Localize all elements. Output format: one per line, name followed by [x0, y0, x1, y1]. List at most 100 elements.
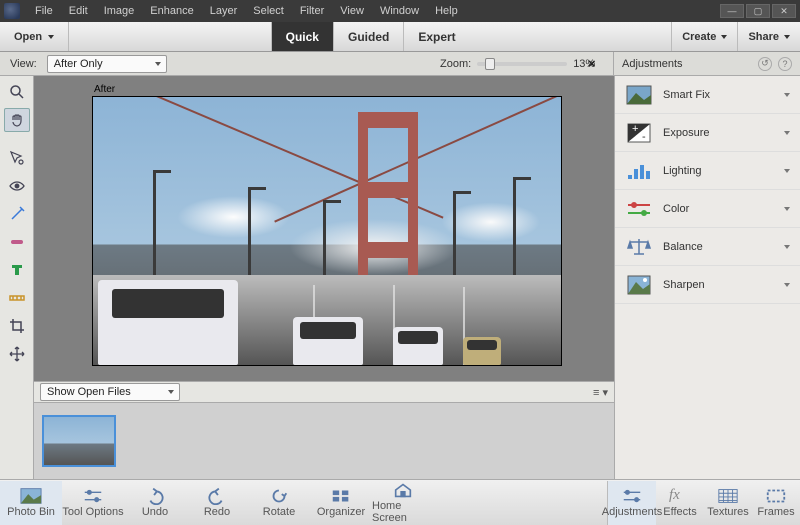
tab-guided[interactable]: Guided — [333, 22, 403, 51]
adjust-label: Sharpen — [663, 279, 705, 291]
hand-tool[interactable] — [4, 108, 30, 132]
adjust-lighting[interactable]: Lighting — [615, 152, 800, 190]
menu-edit[interactable]: Edit — [62, 3, 95, 19]
create-label: Create — [682, 31, 716, 43]
panel-frames-button[interactable]: Frames — [752, 481, 800, 525]
share-label: Share — [748, 31, 779, 43]
bb-label: Tool Options — [62, 506, 123, 518]
menu-bar: File Edit Image Enhance Layer Select Fil… — [28, 3, 720, 19]
menu-image[interactable]: Image — [97, 3, 142, 19]
zoom-label: Zoom: — [440, 58, 471, 70]
undo-button[interactable]: Undo — [124, 481, 186, 525]
minimize-button[interactable]: — — [720, 4, 744, 18]
svg-text:-: - — [642, 131, 646, 143]
type-tool[interactable] — [4, 258, 30, 282]
open-button[interactable]: Open — [0, 22, 69, 51]
chevron-down-icon — [784, 35, 790, 39]
spot-heal-tool[interactable] — [4, 230, 30, 254]
quick-select-tool[interactable] — [4, 146, 30, 170]
adjust-label: Color — [663, 203, 689, 215]
menu-view[interactable]: View — [333, 3, 371, 19]
adjust-balance[interactable]: Balance — [615, 228, 800, 266]
menu-window[interactable]: Window — [373, 3, 426, 19]
eye-tool[interactable] — [4, 174, 30, 198]
exposure-icon: +- — [625, 121, 653, 145]
adjust-label: Exposure — [663, 127, 709, 139]
adjust-label: Lighting — [663, 165, 702, 177]
smart-fix-icon — [625, 83, 653, 107]
menu-help[interactable]: Help — [428, 3, 465, 19]
bb-label: Frames — [757, 506, 794, 518]
bb-label: Home Screen — [372, 500, 434, 524]
view-select[interactable]: After Only — [47, 55, 167, 73]
whiten-tool[interactable] — [4, 202, 30, 226]
svg-text:+: + — [632, 123, 638, 135]
open-files-select[interactable]: Show Open Files — [40, 383, 180, 401]
menu-filter[interactable]: Filter — [293, 3, 331, 19]
bb-label: Effects — [663, 506, 696, 518]
zoom-slider[interactable] — [477, 62, 567, 66]
adjustments-header: Adjustments ↺ ? — [613, 52, 800, 75]
rotate-button[interactable]: Rotate — [248, 481, 310, 525]
organizer-button[interactable]: Organizer — [310, 481, 372, 525]
canvas-image[interactable] — [92, 96, 562, 366]
panel-effects-button[interactable]: fx Effects — [656, 481, 704, 525]
zoom-slider-thumb[interactable] — [485, 58, 495, 70]
bb-label: Undo — [142, 506, 168, 518]
photo-bin-button[interactable]: Photo Bin — [0, 481, 62, 525]
create-button[interactable]: Create — [671, 22, 737, 51]
bb-label: Redo — [204, 506, 230, 518]
menu-select[interactable]: Select — [246, 3, 291, 19]
after-label: After — [94, 84, 115, 95]
balance-icon — [625, 235, 653, 259]
chevron-down-icon — [48, 35, 54, 39]
bb-label: Rotate — [263, 506, 295, 518]
adjust-color[interactable]: Color — [615, 190, 800, 228]
adjust-label: Balance — [663, 241, 703, 253]
bin-menu-icon[interactable]: ≡ ▾ — [593, 386, 608, 399]
view-label: View: — [10, 58, 37, 70]
tool-options-button[interactable]: Tool Options — [62, 481, 124, 525]
title-bar: File Edit Image Enhance Layer Select Fil… — [0, 0, 800, 22]
reset-icon[interactable]: ↺ — [758, 57, 772, 71]
app-logo-icon — [4, 3, 20, 19]
home-screen-button[interactable]: Home Screen — [372, 481, 434, 525]
chevron-down-icon — [721, 35, 727, 39]
panel-adjustments-button[interactable]: Adjustments — [608, 481, 656, 525]
tab-quick[interactable]: Quick — [271, 22, 333, 51]
redo-button[interactable]: Redo — [186, 481, 248, 525]
close-document-button[interactable]: × — [588, 56, 600, 71]
adjust-label: Smart Fix — [663, 89, 710, 101]
bb-label: Textures — [707, 506, 749, 518]
bb-label: Organizer — [317, 506, 365, 518]
photo-bin — [34, 403, 614, 479]
menu-layer[interactable]: Layer — [203, 3, 245, 19]
help-icon[interactable]: ? — [778, 57, 792, 71]
toolbox — [0, 76, 34, 479]
open-files-label: Show Open Files — [47, 386, 131, 398]
bottom-bar: Photo Bin Tool Options Undo Redo Rotate … — [0, 479, 800, 525]
zoom-tool[interactable] — [4, 80, 30, 104]
menu-file[interactable]: File — [28, 3, 60, 19]
adjust-smart-fix[interactable]: Smart Fix — [615, 76, 800, 114]
options-bar: View: After Only Zoom: 13% × Adjustments… — [0, 52, 800, 76]
tab-expert[interactable]: Expert — [403, 22, 469, 51]
adjust-sharpen[interactable]: Sharpen — [615, 266, 800, 304]
adjustments-panel: Smart Fix +- Exposure Lighting Color Bal… — [614, 76, 800, 479]
maximize-button[interactable]: ▢ — [746, 4, 770, 18]
panel-textures-button[interactable]: Textures — [704, 481, 752, 525]
close-button[interactable]: ✕ — [772, 4, 796, 18]
straighten-tool[interactable] — [4, 286, 30, 310]
bb-label: Adjustments — [602, 506, 663, 518]
adjustments-title: Adjustments — [622, 58, 683, 70]
bb-label: Photo Bin — [7, 506, 55, 518]
menu-enhance[interactable]: Enhance — [143, 3, 200, 19]
share-button[interactable]: Share — [737, 22, 800, 51]
view-select-value: After Only — [54, 58, 103, 70]
photo-thumbnail[interactable] — [42, 415, 116, 467]
lighting-icon — [625, 159, 653, 183]
mode-bar: Open Quick Guided Expert Create Share — [0, 22, 800, 52]
adjust-exposure[interactable]: +- Exposure — [615, 114, 800, 152]
crop-tool[interactable] — [4, 314, 30, 338]
move-tool[interactable] — [4, 342, 30, 366]
